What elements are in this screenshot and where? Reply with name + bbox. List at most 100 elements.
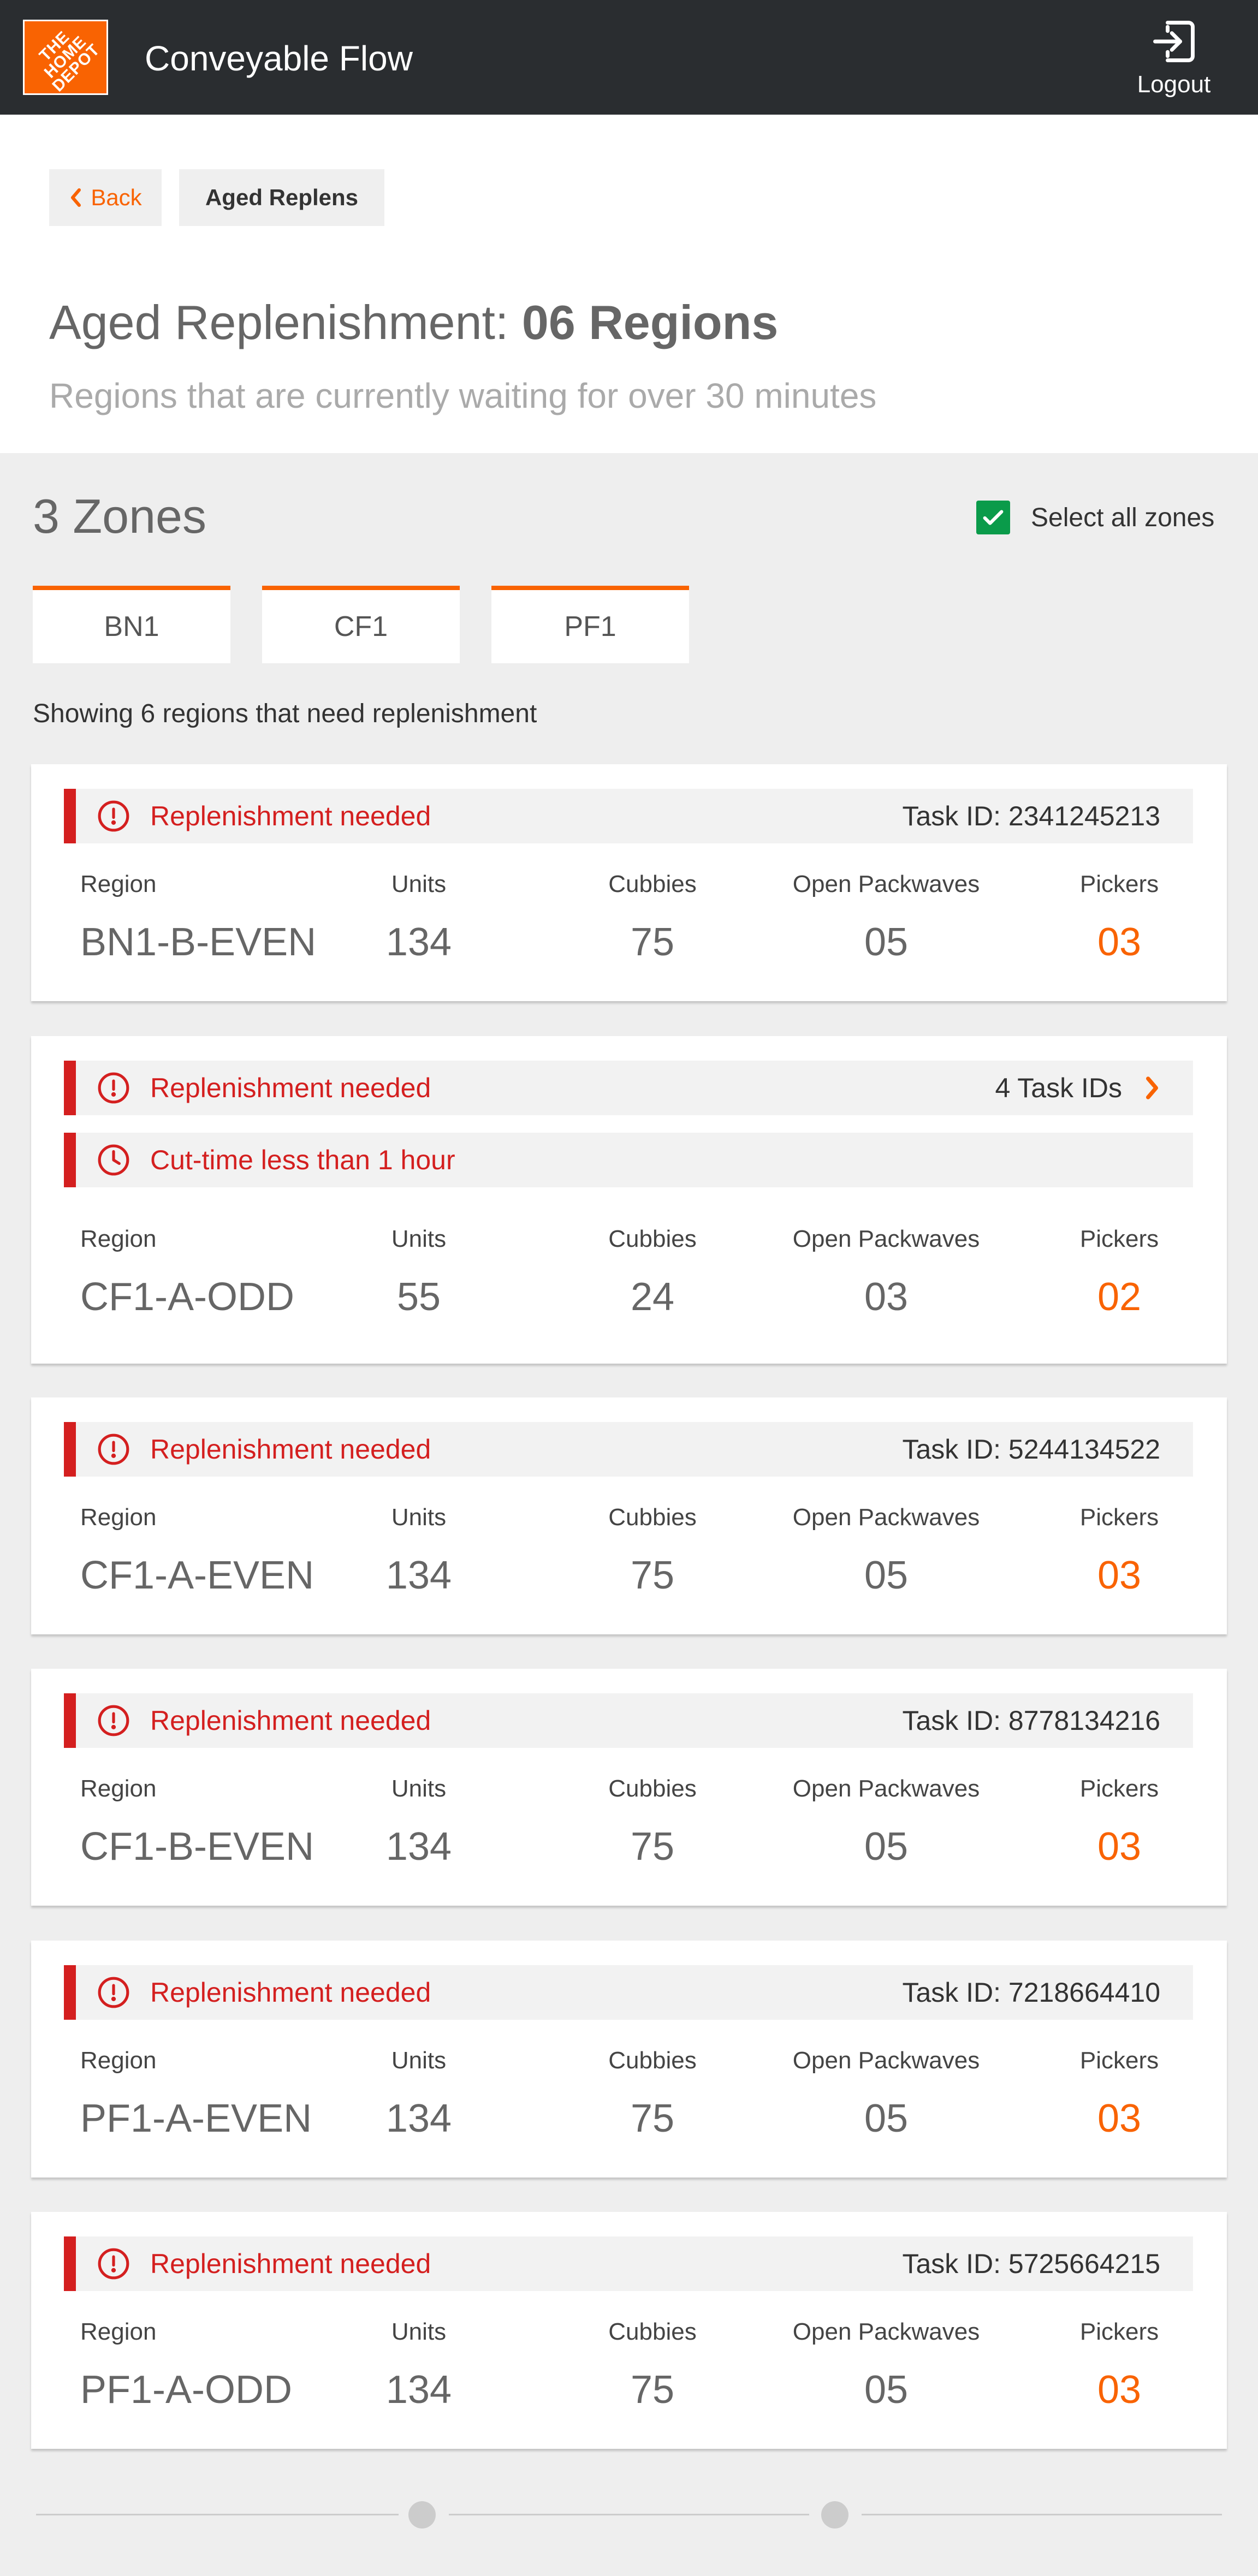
region-label: Region [80,1775,157,1802]
pickers-value: 03 [1097,920,1142,964]
task-id: Task ID: 2341245213 [902,801,1160,831]
task-id: Task ID: 5244134522 [902,1434,1160,1465]
chevron-left-icon [71,188,81,207]
cubbies-label: Cubbies [608,871,697,897]
pickers-label: Pickers [1079,871,1159,897]
checkmark-icon [983,510,1004,525]
region-value: CF1-B-EVEN [80,1825,314,1869]
chevron-right-icon [1146,1076,1158,1099]
pickers-label: Pickers [1079,1775,1159,1802]
open-packwaves-value: 05 [864,920,909,964]
cubbies-value: 75 [630,2368,675,2412]
cubbies-value: 75 [630,920,675,964]
clock-icon [98,1144,129,1176]
units-label: Units [391,1504,447,1531]
replenishment-alert[interactable]: Replenishment needed 4 Task IDs [64,1061,1193,1115]
replenishment-alert: Replenishment needed Task ID: 8778134216 [64,1693,1193,1748]
region-value: CF1-A-ODD [80,1275,294,1319]
page-header-section: Back Aged Replens Aged Replenishment: 06… [0,115,1258,453]
pickers-label: Pickers [1079,1225,1159,1252]
page-title-prefix: Aged Replenishment: [49,295,522,349]
task-id: Task ID: 8778134216 [902,1705,1160,1736]
open-packwaves-value: 03 [864,1275,909,1319]
open-packwaves-label: Open Packwaves [792,2318,980,2345]
cubbies-value: 75 [630,2097,675,2140]
pagination-dot[interactable] [408,2501,436,2529]
select-all-zones-checkbox[interactable]: Select all zones [976,498,1214,537]
logout-label: Logout [1137,71,1211,98]
alert-text: Replenishment needed [150,2248,431,2279]
select-all-label: Select all zones [1031,503,1215,532]
region-label: Region [80,2318,157,2345]
region-value: PF1-A-EVEN [80,2097,312,2140]
task-ids-count: 4 Task IDs [995,1073,1123,1103]
cubbies-value: 75 [630,1554,675,1597]
open-packwaves-label: Open Packwaves [792,1504,980,1531]
pickers-value: 03 [1097,1825,1142,1869]
region-value: BN1-B-EVEN [80,920,317,964]
units-value: 134 [385,2368,452,2412]
cubbies-value: 75 [630,1825,675,1869]
pagination-line [449,2514,809,2515]
units-label: Units [391,871,447,897]
pickers-label: Pickers [1079,1504,1159,1531]
task-id: Task ID: 5725664215 [902,2248,1160,2279]
regions-count-text: Showing 6 regions that need replenishmen… [33,699,537,728]
cubbies-label: Cubbies [608,1775,697,1802]
open-packwaves-label: Open Packwaves [792,871,980,897]
pickers-label: Pickers [1079,2318,1159,2345]
zone-tab-pf1[interactable]: PF1 [491,586,689,663]
page-subtitle: Regions that are currently waiting for o… [49,376,877,415]
cubbies-label: Cubbies [608,2047,697,2074]
region-label: Region [80,2047,157,2074]
units-value: 134 [385,2097,452,2140]
replenishment-alert: Replenishment needed Task ID: 5725664215 [64,2236,1193,2291]
region-label: Region [80,1225,157,1252]
task-ids-link[interactable]: 4 Task IDs [995,1072,1161,1104]
zone-tab-bn1[interactable]: BN1 [33,586,230,663]
zones-title: 3 Zones [33,489,206,543]
pagination-dot[interactable] [821,2501,848,2529]
units-label: Units [391,2047,447,2074]
checkbox-checked[interactable] [976,501,1010,534]
cut-time-alert: Cut-time less than 1 hour [64,1133,1193,1187]
breadcrumb-aged-replens[interactable]: Aged Replens [179,169,384,226]
units-value: 55 [396,1275,441,1319]
region-card[interactable]: Replenishment needed Task ID: 5725664215… [31,2212,1227,2449]
open-packwaves-label: Open Packwaves [792,2047,980,2074]
pickers-value: 02 [1097,1275,1142,1319]
open-packwaves-label: Open Packwaves [792,1775,980,1802]
page-title: Aged Replenishment: 06 Regions [49,295,778,350]
cubbies-label: Cubbies [608,1504,697,1531]
open-packwaves-value: 05 [864,2097,909,2140]
region-card[interactable]: Replenishment needed Task ID: 8778134216… [31,1669,1227,1906]
open-packwaves-value: 05 [864,1825,909,1869]
cubbies-value: 24 [630,1275,675,1319]
open-packwaves-label: Open Packwaves [792,1225,980,1252]
logout-icon [1153,21,1195,62]
pickers-value: 03 [1097,1554,1142,1597]
pagination-line [36,2514,399,2515]
exclamation-circle-icon [98,1977,129,2008]
region-card[interactable]: Replenishment needed Task ID: 5244134522… [31,1397,1227,1634]
region-card[interactable]: Replenishment needed 4 Task IDs Cut-time… [31,1036,1227,1364]
open-packwaves-value: 05 [864,2368,909,2412]
logout-button[interactable]: Logout [1125,16,1223,104]
region-value: CF1-A-EVEN [80,1554,314,1597]
pickers-value: 03 [1097,2368,1142,2412]
exclamation-circle-icon [98,1705,129,1736]
region-card[interactable]: Replenishment needed Task ID: 7218664410… [31,1941,1227,2178]
units-label: Units [391,1225,447,1252]
exclamation-circle-icon [98,1072,129,1104]
zone-tab-cf1[interactable]: CF1 [262,586,460,663]
open-packwaves-value: 05 [864,1554,909,1597]
replenishment-alert: Replenishment needed Task ID: 5244134522 [64,1422,1193,1477]
exclamation-circle-icon [98,2248,129,2280]
units-value: 134 [385,1554,452,1597]
region-card[interactable]: Replenishment needed Task ID: 2341245213… [31,764,1227,1001]
units-label: Units [391,2318,447,2345]
region-label: Region [80,871,157,897]
cubbies-label: Cubbies [608,1225,697,1252]
back-button[interactable]: Back [49,169,162,226]
units-value: 134 [385,920,452,964]
